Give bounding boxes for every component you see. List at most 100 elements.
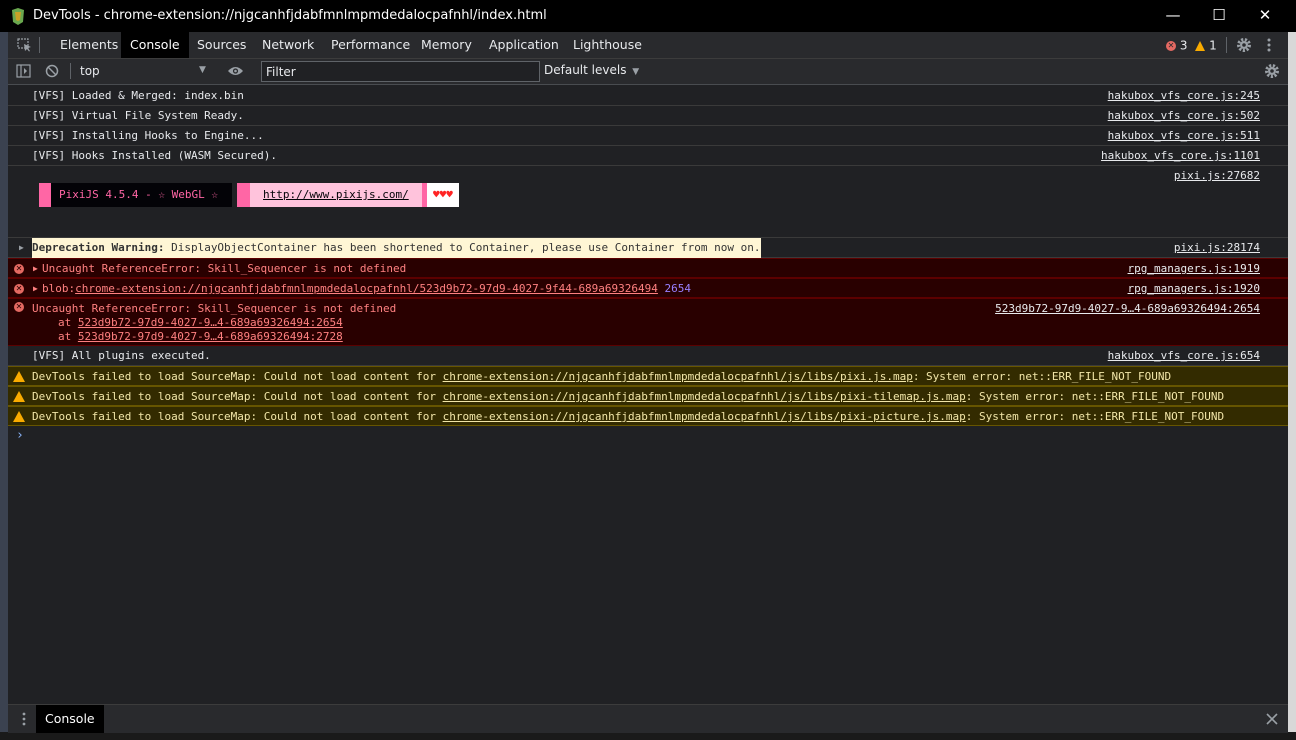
warning-suffix: : System error: net::ERR_FILE_NOT_FOUND bbox=[912, 370, 1172, 383]
message-text: Deprecation Warning: DisplayObjectContai… bbox=[32, 238, 761, 258]
desktop-left-edge bbox=[0, 32, 8, 740]
message-text: [VFS] Installing Hooks to Engine... bbox=[32, 129, 264, 142]
console-message-deprecation[interactable]: ▶ Deprecation Warning: DisplayObjectCont… bbox=[8, 238, 1288, 258]
settings-gear-icon[interactable] bbox=[1236, 37, 1252, 53]
devtools-app-icon bbox=[12, 8, 24, 25]
log-levels-dropdown[interactable]: Default levels ▼ bbox=[544, 63, 639, 81]
chevron-down-icon: ▼ bbox=[632, 67, 640, 77]
live-expression-eye-icon[interactable] bbox=[227, 65, 244, 77]
error-icon: ✕ bbox=[14, 264, 24, 274]
prompt-chevron-icon: › bbox=[16, 428, 24, 443]
console-message-pixi-banner: pixi.js:27682 PixiJS 4.5.4 - ☆ WebGL ☆ h… bbox=[8, 166, 1288, 238]
expand-triangle-icon[interactable]: ▶ bbox=[19, 238, 24, 258]
message-text: [VFS] All plugins executed. bbox=[32, 349, 211, 362]
pixi-banner-hearts: ♥♥♥ bbox=[427, 183, 459, 207]
console-filter-input[interactable] bbox=[261, 61, 540, 82]
drawer-menu-icon[interactable] bbox=[21, 712, 27, 726]
maximize-button[interactable]: ☐ bbox=[1196, 0, 1242, 32]
close-window-button[interactable]: ✕ bbox=[1242, 0, 1288, 32]
warning-count: 1 bbox=[1209, 38, 1217, 53]
source-link[interactable]: hakubox_vfs_core.js:1101 bbox=[1101, 146, 1260, 166]
message-text: DevTools failed to load SourceMap: Could… bbox=[32, 387, 1224, 407]
stack-link[interactable]: 523d9b72-97d9-4027-9…4-689a69326494:2654 bbox=[78, 316, 343, 329]
desktop-bottom-edge bbox=[0, 732, 1296, 740]
source-link[interactable]: hakubox_vfs_core.js:245 bbox=[1108, 86, 1260, 106]
console-message: [VFS] All plugins executed. hakubox_vfs_… bbox=[8, 346, 1288, 366]
blob-link[interactable]: chrome-extension://njgcanhfjdabfmnlmpmde… bbox=[75, 282, 658, 295]
expand-triangle-icon[interactable]: ▶ bbox=[33, 279, 38, 299]
warning-count-icon bbox=[1195, 40, 1206, 51]
source-link[interactable]: pixi.js:27682 bbox=[1174, 166, 1260, 186]
source-link[interactable]: 523d9b72-97d9-4027-9…4-689a69326494:2654 bbox=[995, 302, 1260, 316]
console-error-stack: ✕ Uncaught ReferenceError: Skill_Sequenc… bbox=[8, 298, 1288, 346]
console-warning: DevTools failed to load SourceMap: Could… bbox=[8, 366, 1288, 386]
pixi-banner-text: PixiJS 4.5.4 - ☆ WebGL ☆ bbox=[51, 183, 232, 207]
clear-console-icon[interactable] bbox=[45, 64, 59, 78]
tab-sources[interactable]: Sources bbox=[188, 32, 255, 58]
console-error[interactable]: ✕ ▶ Uncaught ReferenceError: Skill_Seque… bbox=[8, 258, 1288, 278]
maximize-icon: ☐ bbox=[1212, 6, 1226, 24]
tab-performance[interactable]: Performance bbox=[322, 32, 419, 58]
tab-console[interactable]: Console bbox=[121, 32, 189, 58]
log-levels-label: Default levels bbox=[544, 63, 627, 77]
source-link[interactable]: pixi.js:28174 bbox=[1174, 238, 1260, 258]
expand-triangle-icon[interactable]: ▶ bbox=[33, 259, 38, 279]
message-text: DevTools failed to load SourceMap: Could… bbox=[32, 407, 1224, 427]
message-text: Uncaught ReferenceError: Skill_Sequencer… bbox=[32, 302, 397, 315]
tab-elements[interactable]: Elements bbox=[51, 32, 127, 58]
banner-stripe bbox=[237, 183, 250, 207]
warning-icon bbox=[13, 411, 25, 422]
console-error[interactable]: ✕ ▶ blob:chrome-extension://njgcanhfjdab… bbox=[8, 278, 1288, 298]
warning-suffix: : System error: net::ERR_FILE_NOT_FOUND bbox=[965, 410, 1225, 423]
minimize-button[interactable]: — bbox=[1150, 0, 1196, 32]
message-text: [VFS] Hooks Installed (WASM Secured). bbox=[32, 149, 278, 162]
warning-text: DevTools failed to load SourceMap: Could… bbox=[32, 410, 436, 423]
inspect-element-icon[interactable] bbox=[17, 38, 32, 52]
blob-prefix: blob: bbox=[42, 282, 76, 295]
context-selector-value: top bbox=[80, 64, 100, 78]
source-link[interactable]: hakubox_vfs_core.js:654 bbox=[1108, 346, 1260, 366]
banner-stripe bbox=[39, 183, 51, 207]
message-text: DevTools failed to load SourceMap: Could… bbox=[32, 367, 1171, 387]
error-count-icon: ✕ bbox=[1166, 40, 1176, 51]
source-link[interactable]: hakubox_vfs_core.js:502 bbox=[1108, 106, 1260, 126]
sourcemap-link[interactable]: chrome-extension://njgcanhfjdabfmnlmpmde… bbox=[443, 370, 913, 383]
source-link[interactable]: rpg_managers.js:1920 bbox=[1128, 279, 1260, 299]
desktop-right-edge bbox=[1288, 32, 1296, 740]
tab-lighthouse[interactable]: Lighthouse bbox=[564, 32, 651, 58]
stack-at: at bbox=[58, 330, 72, 343]
tab-application[interactable]: Application bbox=[480, 32, 568, 58]
pixi-banner-url[interactable]: http://www.pixijs.com/ bbox=[250, 183, 422, 207]
more-options-icon[interactable] bbox=[1266, 37, 1272, 53]
show-sidebar-icon[interactable] bbox=[16, 64, 31, 78]
deprecation-text: DisplayObjectContainer has been shortene… bbox=[171, 241, 761, 254]
console-settings-gear-icon[interactable] bbox=[1264, 63, 1280, 79]
message-text: [VFS] Loaded & Merged: index.bin bbox=[32, 89, 244, 102]
deprecation-label: Deprecation Warning: bbox=[32, 241, 165, 254]
window-title: DevTools - chrome-extension://njgcanhfjd… bbox=[33, 8, 547, 23]
context-selector[interactable]: top ▼ bbox=[74, 61, 214, 81]
close-drawer-icon[interactable] bbox=[1266, 713, 1278, 725]
line-number: 2654 bbox=[664, 282, 692, 295]
issues-counter[interactable]: ✕ 3 1 bbox=[1166, 38, 1217, 53]
source-link[interactable]: hakubox_vfs_core.js:511 bbox=[1108, 126, 1260, 146]
console-toolbar: top ▼ Default levels ▼ bbox=[8, 59, 1288, 85]
message-text: blob:chrome-extension://njgcanhfjdabfmnl… bbox=[42, 279, 691, 299]
tab-memory[interactable]: Memory bbox=[412, 32, 481, 58]
toolbar-divider bbox=[39, 37, 40, 53]
tab-network[interactable]: Network bbox=[253, 32, 323, 58]
warning-text: DevTools failed to load SourceMap: Could… bbox=[32, 390, 436, 403]
stack-link[interactable]: 523d9b72-97d9-4027-9…4-689a69326494:2728 bbox=[78, 330, 343, 343]
console-message: [VFS] Virtual File System Ready. hakubox… bbox=[8, 106, 1288, 126]
sourcemap-link[interactable]: chrome-extension://njgcanhfjdabfmnlmpmde… bbox=[443, 390, 966, 403]
console-message: [VFS] Hooks Installed (WASM Secured). ha… bbox=[8, 146, 1288, 166]
stack-at: at bbox=[58, 316, 72, 329]
source-link[interactable]: rpg_managers.js:1919 bbox=[1128, 259, 1260, 279]
warning-suffix: : System error: net::ERR_FILE_NOT_FOUND bbox=[965, 390, 1225, 403]
drawer-tab-console[interactable]: Console bbox=[36, 705, 104, 733]
error-count: 3 bbox=[1179, 38, 1188, 53]
warning-text: DevTools failed to load SourceMap: Could… bbox=[32, 370, 436, 383]
window-title-bar[interactable]: DevTools - chrome-extension://njgcanhfjd… bbox=[0, 0, 1296, 32]
sourcemap-link[interactable]: chrome-extension://njgcanhfjdabfmnlmpmde… bbox=[443, 410, 966, 423]
console-prompt-row[interactable]: › bbox=[8, 426, 1288, 446]
